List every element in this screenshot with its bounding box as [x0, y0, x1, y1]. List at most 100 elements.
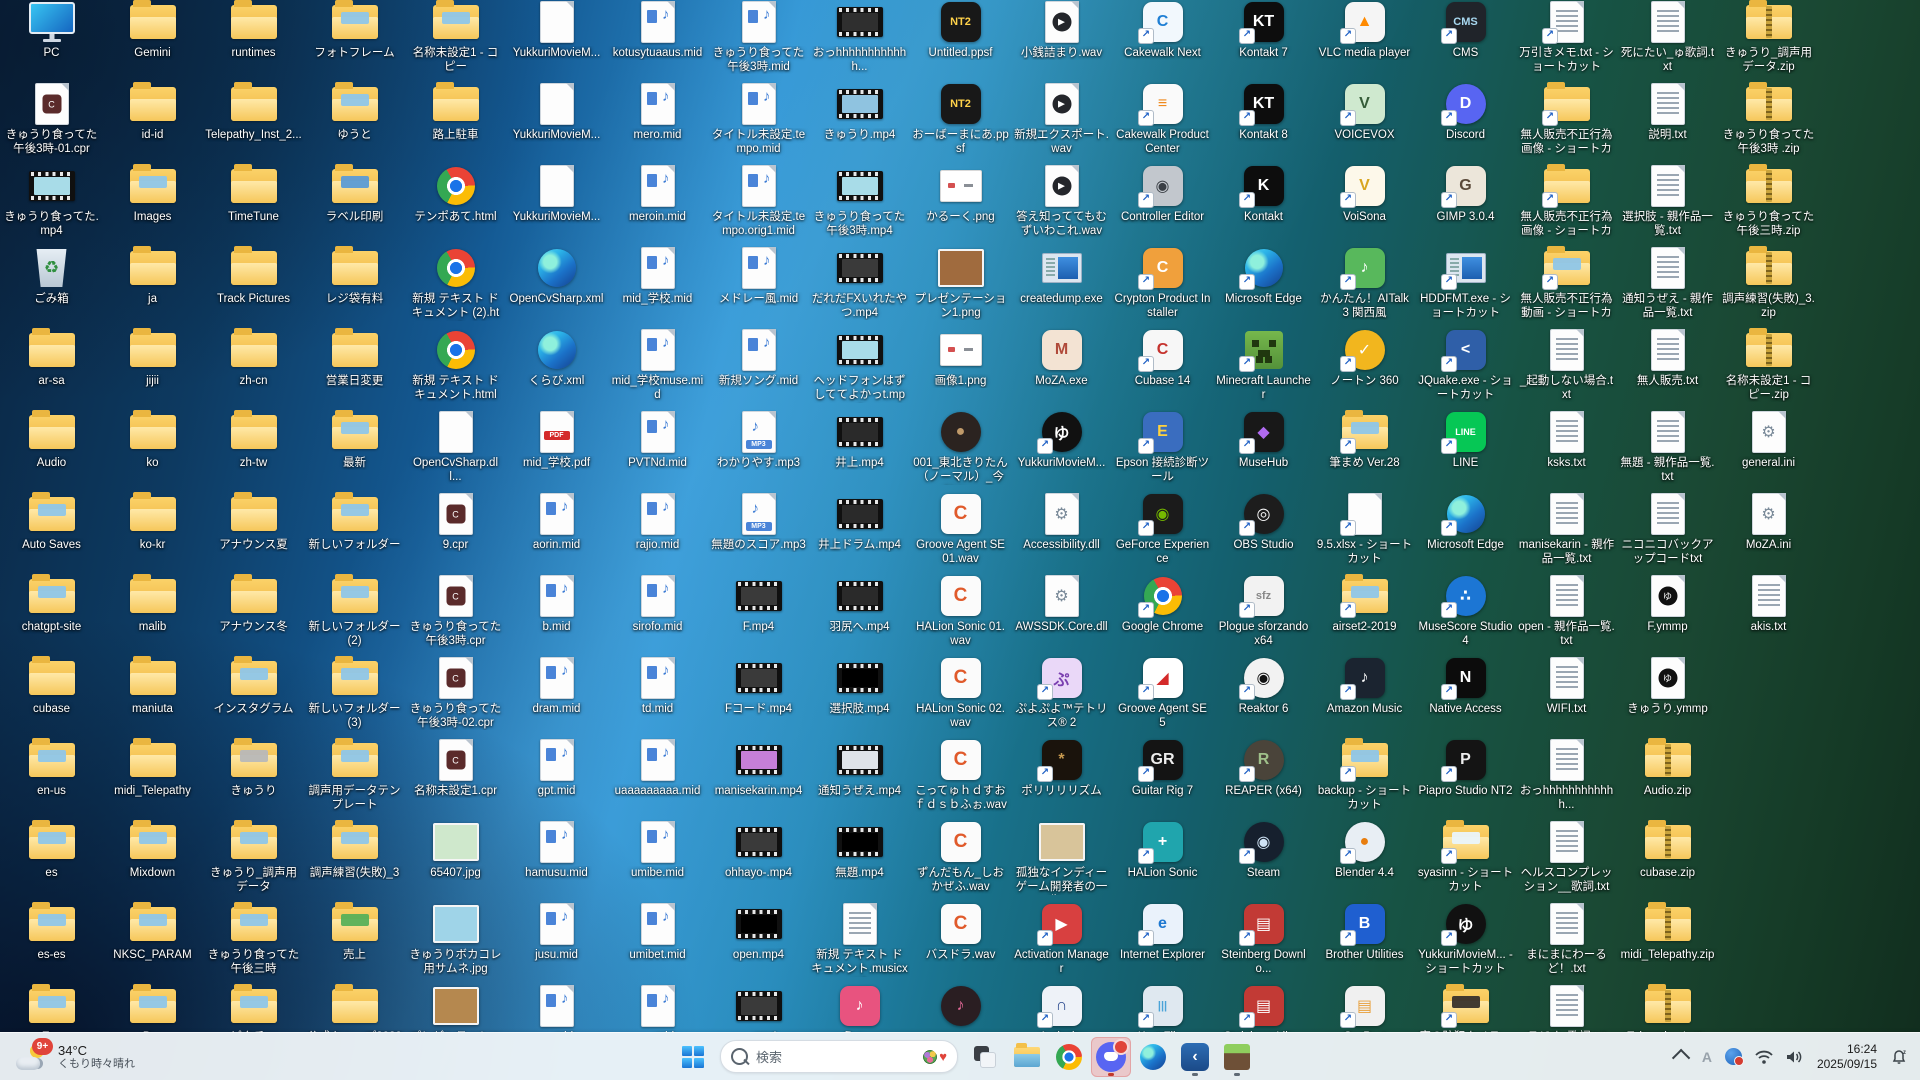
desktop-icon[interactable]: 無題 - 親作品一覧.txt	[1617, 408, 1718, 490]
desktop-icon[interactable]: YukkuriMovieM...	[506, 162, 607, 244]
desktop-icon[interactable]: ….mp4	[708, 982, 809, 1033]
desktop-icon[interactable]: zh-tw	[203, 408, 304, 490]
desktop-icon[interactable]: N ↗ Native Access	[1415, 654, 1516, 736]
desktop-icon[interactable]: YukkuriMovieM...	[506, 80, 607, 162]
file-explorer-button[interactable]	[1007, 1037, 1047, 1077]
desktop-icon[interactable]: 路上駐車	[405, 80, 506, 162]
minecraft-button[interactable]	[1217, 1037, 1257, 1077]
search-input[interactable]: 検索 ♥	[720, 1040, 958, 1073]
desktop-icon[interactable]: ♪ MP3 わかりやす.mp3	[708, 408, 809, 490]
desktop-icon[interactable]: ♪….mid	[607, 982, 708, 1033]
desktop-icon[interactable]: ◉ ↗ Reaktor 6	[1213, 654, 1314, 736]
desktop-icon[interactable]: ヘッドフォンはずしててよかっt.mp4	[809, 326, 910, 408]
desktop-icon[interactable]: NT2 おーばーまにあ.ppsf	[910, 80, 1011, 162]
desktop-icon[interactable]: ニコニコバックアップコードtxt	[1617, 490, 1718, 572]
desktop-icon[interactable]: きゅうり食ってた午後3時.mp4	[809, 162, 910, 244]
tray-background-app-icon[interactable]	[1724, 1048, 1744, 1066]
desktop-icon[interactable]: 名称未設定1 - コピー	[405, 0, 506, 80]
desktop-icon[interactable]: くらび.xml	[506, 326, 607, 408]
desktop-icon[interactable]: C こってゅｈｄすおｆｄｓｂふぉ.wav	[910, 736, 1011, 818]
desktop-icon[interactable]: Images	[102, 162, 203, 244]
desktop-icon[interactable]: cubase.zip	[1617, 818, 1718, 900]
desktop-icon[interactable]: ピクチャ	[203, 982, 304, 1033]
desktop-icon[interactable]: Auto Saves	[1, 490, 102, 572]
desktop-icon[interactable]: G ↗ GIMP 3.0.4	[1415, 162, 1516, 244]
desktop-icon[interactable]: PC	[1, 0, 102, 80]
desktop-icon[interactable]: おっhhhhhhhhhhhh...	[809, 0, 910, 80]
desktop-icon[interactable]: P ↗ Piapro Studio NT2	[1415, 736, 1516, 818]
desktop-icon[interactable]: ◉ ↗ Controller Editor	[1112, 162, 1213, 244]
desktop-icon[interactable]: ▲ ↗ VLC media player	[1314, 0, 1415, 80]
desktop-icon[interactable]: ⚙ general.ini	[1718, 408, 1819, 490]
desktop-icon[interactable]: 新規 テキスト ドキュメント.html	[405, 326, 506, 408]
desktop-icon[interactable]: きゅうりボカコレ用サムネ.jpg	[405, 900, 506, 982]
desktop-icon[interactable]: C 9.cpr	[405, 490, 506, 572]
desktop-icon[interactable]: ♪ mero.mid	[607, 80, 708, 162]
desktop-icon[interactable]: 公式キョップ2020	[304, 982, 405, 1033]
desktop-icon[interactable]: e ↗ Internet Explorer	[1112, 900, 1213, 982]
desktop-icon[interactable]: ● ↗ Blender 4.4	[1314, 818, 1415, 900]
desktop-icon[interactable]: 営業日変更	[304, 326, 405, 408]
desktop-icon[interactable]: 選択肢 - 親作品一覧.txt	[1617, 162, 1718, 244]
desktop-icon[interactable]: きゅうり_調声用データ.zip	[1718, 0, 1819, 80]
desktop-icon[interactable]: B…	[102, 982, 203, 1033]
chrome-button[interactable]	[1049, 1037, 1089, 1077]
desktop-icon[interactable]: Track Pictures	[203, 244, 304, 326]
desktop-icon[interactable]: < ↗ JQuake.exe - ショートカット	[1415, 326, 1516, 408]
desktop-icon[interactable]: ja	[102, 244, 203, 326]
desktop-icon[interactable]: C HALion Sonic 02.wav	[910, 654, 1011, 736]
desktop-icon[interactable]: 新規 テキスト ドキュメント (2).html	[405, 244, 506, 326]
desktop-icon[interactable]: おっhhhhhhhhhhhh...	[1516, 736, 1617, 818]
taskbar-clock[interactable]: 16:24 2025/09/15	[1817, 1042, 1877, 1072]
desktop-icon[interactable]: ▶ ↗ Activation Manager	[1011, 900, 1112, 982]
desktop-icon[interactable]: ▤↗Steinberg Lib…	[1213, 982, 1314, 1033]
desktop-icon[interactable]: テンポあて.html	[405, 162, 506, 244]
desktop-icon[interactable]: 説明.txt	[1617, 80, 1718, 162]
desktop-icon[interactable]: V ↗ VOICEVOX	[1314, 80, 1415, 162]
bell-dnd-icon[interactable]: z	[1890, 1049, 1908, 1065]
desktop-icon[interactable]: B ↗ Brother Utilities	[1314, 900, 1415, 982]
desktop-icon[interactable]: ♪うっ…	[809, 982, 910, 1033]
desktop-icon[interactable]: ▤↗C…P…t	[1314, 982, 1415, 1033]
desktop-icon[interactable]: TimeTune	[203, 162, 304, 244]
desktop-icon[interactable]: ◎ ↗ OBS Studio	[1213, 490, 1314, 572]
desktop-icon[interactable]: レジ袋有料	[304, 244, 405, 326]
desktop-icon[interactable]: ↗ 無人販売不正行為 画像 - ショートカッ...	[1516, 80, 1617, 162]
desktop-icon[interactable]: ⚙ AWSSDK.Core.dll	[1011, 572, 1112, 654]
desktop-icon[interactable]: ko-kr	[102, 490, 203, 572]
desktop-icon[interactable]: es	[1, 818, 102, 900]
desktop-icon[interactable]: 新規 テキスト ドキュメント.musicxml	[809, 900, 910, 982]
desktop-icon[interactable]: _起動しない場合.txt	[1516, 326, 1617, 408]
desktop-icon[interactable]: C HALion Sonic 01.wav	[910, 572, 1011, 654]
desktop-icon[interactable]: ♪….mid	[506, 982, 607, 1033]
desktop-icon[interactable]: 羽尻へ.mp4	[809, 572, 910, 654]
desktop-icon[interactable]: C きゅうり食ってた午後3時.cpr	[405, 572, 506, 654]
desktop-icon[interactable]: WIFI.txt	[1516, 654, 1617, 736]
desktop-icon[interactable]: Gemini	[102, 0, 203, 80]
desktop-icon[interactable]: ↗家の防犯カメラ…	[1415, 982, 1516, 1033]
desktop-icon[interactable]: 画像1.png	[910, 326, 1011, 408]
desktop-icon[interactable]: ohhayo-.mp4	[708, 818, 809, 900]
desktop-icon[interactable]: ♪ タイトル未設定.tempo.orig1.mid	[708, 162, 809, 244]
desktop-icon[interactable]: きゅうり食ってた午後3時 .zip	[1718, 80, 1819, 162]
desktop-icon[interactable]: 無題.mp4	[809, 818, 910, 900]
desktop-icon[interactable]: + ↗ HALion Sonic	[1112, 818, 1213, 900]
desktop-icon[interactable]: C 名称未設定1.cpr	[405, 736, 506, 818]
desktop-icon[interactable]: C Groove Agent SE 01.wav	[910, 490, 1011, 572]
desktop-icon[interactable]: * ↗ ポリリリリズム	[1011, 736, 1112, 818]
desktop-icon[interactable]: 井上.mp4	[809, 408, 910, 490]
desktop-icon[interactable]: ↗ 万引きメモ.txt - ショートカット	[1516, 0, 1617, 80]
desktop-icon[interactable]: ♪ umibe.mid	[607, 818, 708, 900]
desktop-icon[interactable]: 井上ドラム.mp4	[809, 490, 910, 572]
desktop-icon[interactable]: ksks.txt	[1516, 408, 1617, 490]
desktop-icon[interactable]: C ↗ Cakewalk Next	[1112, 0, 1213, 80]
desktop-icon[interactable]: 新しいフォルダー (3)	[304, 654, 405, 736]
desktop-icon[interactable]: ラジオ_歌詞.txt	[1516, 982, 1617, 1033]
desktop-icon[interactable]: OpenCvSharp.xml	[506, 244, 607, 326]
desktop-icon[interactable]: ⚙ MoZA.ini	[1718, 490, 1819, 572]
desktop-icon[interactable]: ∴ ↗ MuseScore Studio 4	[1415, 572, 1516, 654]
desktop-icon[interactable]: OpenCvSharp.dll...	[405, 408, 506, 490]
desktop-icon[interactable]: プレゼンテーション…	[405, 982, 506, 1033]
desktop-icon[interactable]: Telepathy_Inst_2…	[1617, 982, 1718, 1033]
desktop-icon[interactable]: 通知うぜえ - 親作品一覧.txt	[1617, 244, 1718, 326]
